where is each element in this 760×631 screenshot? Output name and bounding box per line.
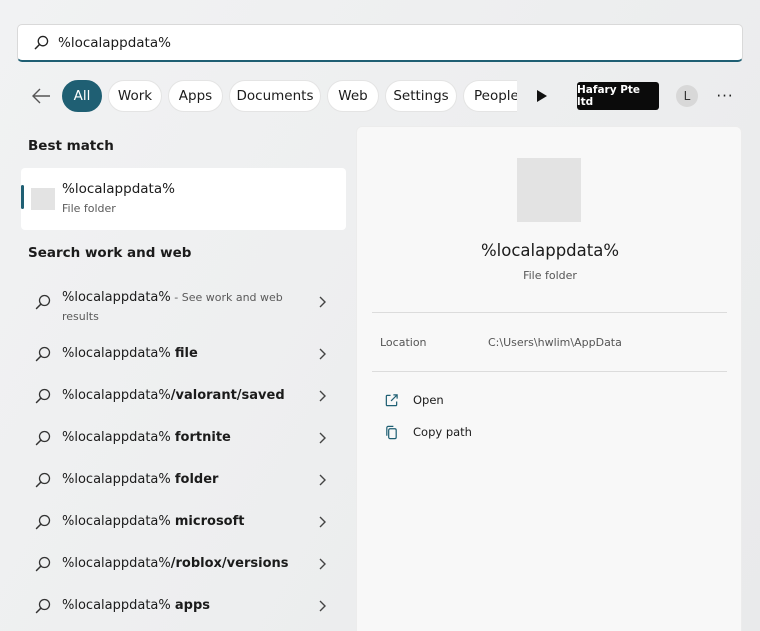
copy-icon — [386, 425, 397, 439]
web-result-text: %localappdata% folder — [62, 472, 219, 487]
org-badge[interactable]: Hafary Pte ltd — [577, 82, 659, 110]
divider — [372, 312, 727, 313]
web-result-text: %localappdata%/roblox/versions — [62, 556, 289, 571]
filter-chip-web[interactable]: Web — [327, 80, 379, 112]
web-result-item[interactable]: %localappdata% microsoft — [21, 502, 346, 542]
search-icon — [35, 472, 51, 488]
search-input[interactable] — [58, 34, 658, 51]
web-result-text: %localappdata% microsoft — [62, 514, 245, 529]
search-icon — [35, 388, 51, 404]
chevron-right-icon — [319, 516, 326, 528]
search-icon — [34, 35, 49, 50]
web-result-item[interactable]: %localappdata%/roblox/versions — [21, 544, 346, 584]
filter-chip-people[interactable]: People — [463, 80, 517, 112]
web-result-text: %localappdata% fortnite — [62, 430, 231, 445]
best-match-type: File folder — [62, 202, 116, 215]
web-results-heading: Search work and web — [28, 245, 192, 261]
avatar[interactable]: L — [676, 85, 698, 107]
chevron-right-icon — [319, 348, 326, 360]
search-icon — [35, 598, 51, 614]
chevron-right-icon — [319, 558, 326, 570]
search-box[interactable] — [17, 24, 743, 62]
chevron-right-icon — [319, 432, 326, 444]
filter-bar: All Work Apps Documents Web Settings Peo… — [0, 80, 760, 112]
more-options-button[interactable]: ··· — [712, 87, 738, 105]
open-external-icon — [385, 393, 398, 406]
web-result-item[interactable]: %localappdata%/valorant/saved — [21, 376, 346, 416]
back-arrow-icon[interactable] — [30, 86, 52, 106]
chevron-right-icon — [319, 296, 326, 308]
web-result-text: %localappdata% file — [62, 346, 198, 361]
open-action-label: Open — [413, 393, 444, 407]
filter-chip-apps[interactable]: Apps — [168, 80, 223, 112]
chevron-right-icon — [319, 390, 326, 402]
web-result-text: %localappdata%/valorant/saved — [62, 388, 285, 403]
web-result-text: %localappdata% - See work and web result… — [62, 290, 283, 323]
filter-chip-settings[interactable]: Settings — [385, 80, 457, 112]
best-match-name: %localappdata% — [62, 181, 175, 197]
web-result-text: %localappdata% apps — [62, 598, 211, 613]
copy-path-action-label: Copy path — [413, 425, 472, 439]
web-result-item[interactable]: %localappdata% folder — [21, 460, 346, 500]
search-icon — [35, 346, 51, 362]
preview-pane: %localappdata% File folder Location C:\U… — [356, 126, 742, 631]
open-action[interactable]: Open — [384, 389, 444, 411]
web-result-item[interactable]: %localappdata% apps — [21, 586, 346, 626]
folder-icon — [517, 158, 581, 222]
location-value: C:\Users\hwlim\AppData — [488, 336, 622, 349]
divider — [372, 371, 727, 372]
web-result-item[interactable]: %localappdata% - See work and web result… — [21, 282, 346, 323]
search-icon — [35, 556, 51, 572]
web-result-item[interactable]: %localappdata% fortnite — [21, 418, 346, 458]
chevron-right-icon — [319, 474, 326, 486]
selection-indicator — [21, 185, 24, 209]
preview-title: %localappdata% — [480, 241, 620, 260]
filter-chip-work[interactable]: Work — [108, 80, 162, 112]
best-match-heading: Best match — [28, 138, 114, 154]
search-icon — [35, 514, 51, 530]
filter-chip-documents[interactable]: Documents — [229, 80, 321, 112]
search-icon — [35, 294, 51, 310]
location-label: Location — [380, 336, 427, 349]
copy-path-action[interactable]: Copy path — [384, 421, 472, 443]
folder-icon — [31, 188, 55, 210]
best-match-item[interactable]: %localappdata% File folder — [21, 168, 346, 230]
web-result-item[interactable]: %localappdata% file — [21, 334, 346, 374]
scroll-right-icon[interactable] — [535, 88, 549, 104]
chevron-right-icon — [319, 600, 326, 612]
search-icon — [35, 430, 51, 446]
preview-type: File folder — [523, 269, 577, 282]
filter-chip-all[interactable]: All — [62, 80, 102, 112]
